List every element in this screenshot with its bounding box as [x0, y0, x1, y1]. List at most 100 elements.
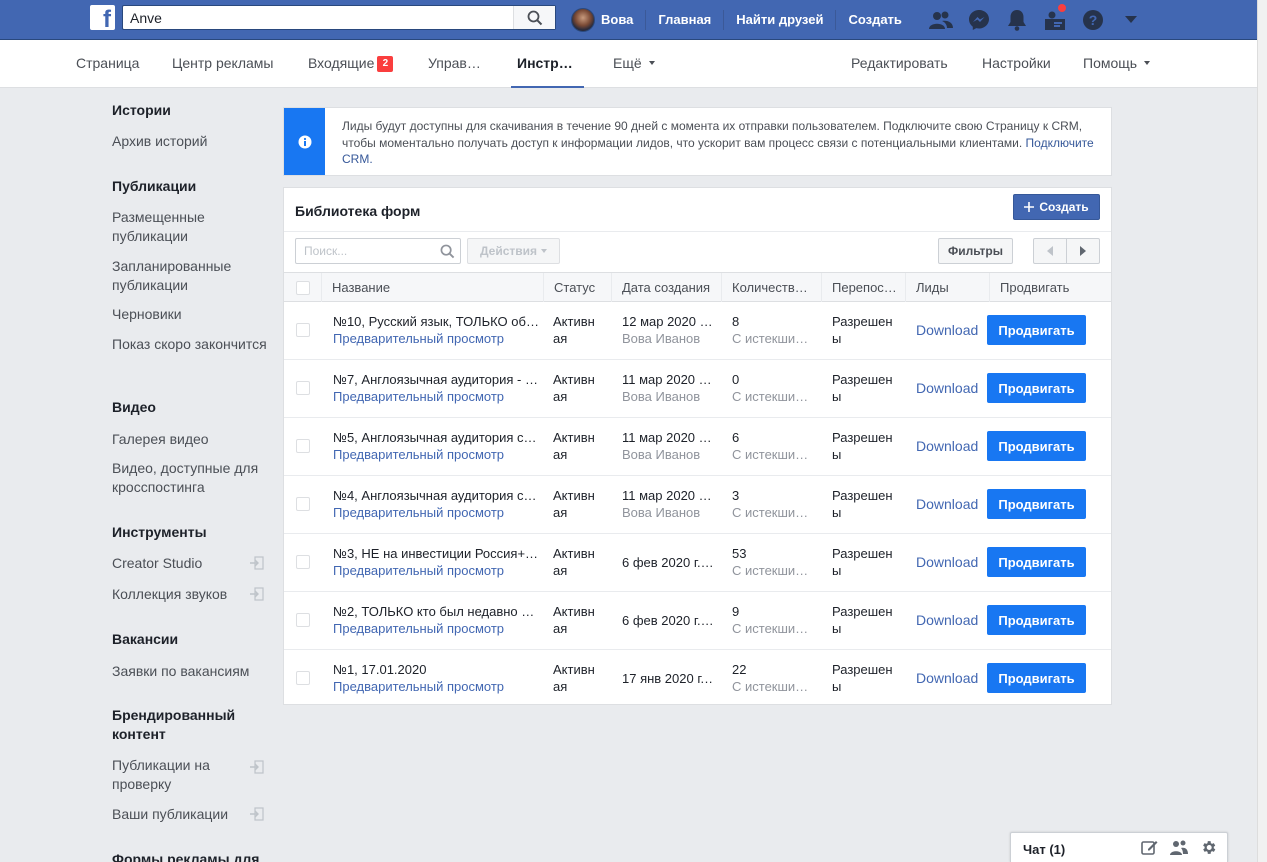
form-preview-link[interactable]: Предварительный просмотр: [333, 388, 504, 405]
sidebar-item-creator-studio[interactable]: Creator Studio: [112, 554, 270, 573]
chevron-right-icon: [1080, 246, 1086, 256]
download-leads-link[interactable]: Download: [916, 322, 978, 339]
tab-page[interactable]: Страница: [76, 40, 139, 88]
sidebar-item-published-posts[interactable]: Размещенные публикации: [112, 208, 270, 246]
sharing-status-cont: ы: [832, 331, 842, 346]
profile-link[interactable]: Вова: [568, 8, 647, 32]
column-leads[interactable]: Лиды: [905, 273, 989, 302]
row-checkbox[interactable]: [296, 555, 310, 569]
column-created[interactable]: Дата создания: [611, 273, 721, 302]
form-preview-link[interactable]: Предварительный просмотр: [333, 620, 504, 637]
form-preview-link[interactable]: Предварительный просмотр: [333, 562, 504, 579]
prev-page-button[interactable]: [1034, 239, 1067, 263]
promote-button[interactable]: Продвигать: [987, 605, 1086, 635]
row-checkbox[interactable]: [296, 671, 310, 685]
column-count[interactable]: Количеств…: [721, 273, 821, 302]
help-button[interactable]: ?: [1074, 0, 1112, 40]
sharing-status: Разрешен: [832, 488, 893, 503]
row-checkbox[interactable]: [296, 439, 310, 453]
form-name[interactable]: №7, Англоязычная аудитория - …: [333, 371, 538, 388]
next-page-button[interactable]: [1067, 239, 1099, 263]
tab-ad-center[interactable]: Центр рекламы: [172, 40, 273, 88]
row-checkbox[interactable]: [296, 613, 310, 627]
row-checkbox[interactable]: [296, 323, 310, 337]
chat-bar[interactable]: Чат (1): [1010, 832, 1228, 862]
column-status[interactable]: Статус: [543, 273, 610, 302]
actions-label: Действия: [479, 244, 538, 258]
download-leads-link[interactable]: Download: [916, 380, 978, 397]
promote-button[interactable]: Продвигать: [987, 315, 1086, 345]
sidebar-item-drafts[interactable]: Черновики: [112, 305, 270, 324]
lead-count-sub: С истекши…: [732, 505, 809, 520]
notifications-button[interactable]: [998, 0, 1036, 40]
external-link-icon: [250, 760, 264, 774]
sidebar-item-video-library[interactable]: Галерея видео: [112, 430, 270, 449]
sidebar-item-scheduled-posts[interactable]: Запланированные публикации: [112, 257, 270, 295]
column-sharing[interactable]: Перепос…: [821, 273, 905, 302]
settings-link[interactable]: Настройки: [982, 40, 1051, 88]
download-leads-link[interactable]: Download: [916, 612, 978, 629]
forms-search: [295, 238, 461, 264]
nav-create[interactable]: Создать: [836, 10, 913, 30]
tab-manage[interactable]: Управ…: [428, 40, 481, 88]
nav-home[interactable]: Главная: [646, 10, 725, 30]
form-preview-link[interactable]: Предварительный просмотр: [333, 504, 504, 521]
sidebar-item-posts-for-review[interactable]: Публикации на проверку: [112, 756, 270, 794]
facebook-logo[interactable]: f: [90, 5, 115, 30]
form-name[interactable]: №3, НЕ на инвестиции Россия+…: [333, 545, 538, 562]
download-leads-link[interactable]: Download: [916, 438, 978, 455]
promote-button[interactable]: Продвигать: [987, 489, 1086, 519]
form-name[interactable]: №5, Англоязычная аудитория с…: [333, 429, 538, 446]
friend-requests-button[interactable]: [922, 0, 960, 40]
column-promote[interactable]: Продвигать: [989, 273, 1111, 302]
promote-button[interactable]: Продвигать: [987, 547, 1086, 577]
window-scrollbar[interactable]: [1257, 0, 1267, 862]
account-menu-button[interactable]: [1112, 0, 1150, 40]
edit-page-link[interactable]: Редактировать: [851, 40, 948, 88]
promote-button[interactable]: Продвигать: [987, 431, 1086, 461]
actions-dropdown[interactable]: Действия: [467, 238, 560, 264]
tab-more[interactable]: Ещё: [613, 40, 655, 88]
help-menu[interactable]: Помощь: [1083, 40, 1151, 88]
form-name[interactable]: №4, Англоязычная аудитория с…: [333, 487, 538, 504]
search-input[interactable]: [123, 6, 503, 29]
nav-find-friends[interactable]: Найти друзей: [724, 10, 837, 30]
form-preview-link[interactable]: Предварительный просмотр: [333, 446, 504, 463]
row-checkbox[interactable]: [296, 381, 310, 395]
sidebar-item-expiring-posts[interactable]: Показ скоро закончится: [112, 335, 270, 354]
download-leads-link[interactable]: Download: [916, 496, 978, 513]
profile-name: Вова: [601, 12, 634, 27]
form-name[interactable]: №2, ТОЛЬКО кто был недавно …: [333, 603, 538, 620]
row-checkbox[interactable]: [296, 497, 310, 511]
search-button[interactable]: [513, 6, 555, 29]
promote-button[interactable]: Продвигать: [987, 663, 1086, 693]
tab-tools[interactable]: Инстр…: [511, 40, 584, 88]
filters-button[interactable]: Фильтры: [938, 238, 1013, 264]
compose-icon[interactable]: [1141, 839, 1158, 856]
download-leads-link[interactable]: Download: [916, 670, 978, 687]
tab-inbox[interactable]: Входящие 2: [308, 40, 394, 88]
form-preview-link[interactable]: Предварительный просмотр: [333, 678, 504, 695]
select-all-checkbox[interactable]: [296, 281, 310, 295]
settings-gear-icon[interactable]: [1200, 839, 1217, 856]
forms-search-input[interactable]: [296, 239, 434, 263]
column-name[interactable]: Название: [321, 273, 543, 302]
crm-info-banner: Лиды будут доступны для скачивания в теч…: [283, 107, 1112, 176]
group-chat-icon[interactable]: [1170, 839, 1188, 856]
sidebar-item-crossposting-videos[interactable]: Видео, доступные для кросспостинга: [112, 459, 270, 497]
page-manager-alert-dot: [1058, 4, 1066, 12]
sidebar-item-sound-collection[interactable]: Коллекция звуков: [112, 585, 270, 604]
page-manager-button[interactable]: [1036, 0, 1074, 40]
promote-button[interactable]: Продвигать: [987, 373, 1086, 403]
form-name[interactable]: №10, Русский язык, ТОЛЬКО об…: [333, 313, 538, 330]
download-leads-link[interactable]: Download: [916, 554, 978, 571]
more-caret-icon: [648, 61, 655, 65]
sidebar-item-story-archive[interactable]: Архив историй: [112, 132, 270, 151]
sidebar-item-job-applications[interactable]: Заявки по вакансиям: [112, 662, 270, 681]
help-menu-label: Помощь: [1083, 55, 1138, 71]
form-name[interactable]: №1, 17.01.2020: [333, 661, 538, 678]
messenger-button[interactable]: [960, 0, 998, 40]
create-form-button[interactable]: Создать: [1013, 194, 1100, 220]
sidebar-item-your-posts[interactable]: Ваши публикации: [112, 805, 270, 824]
form-preview-link[interactable]: Предварительный просмотр: [333, 330, 504, 347]
